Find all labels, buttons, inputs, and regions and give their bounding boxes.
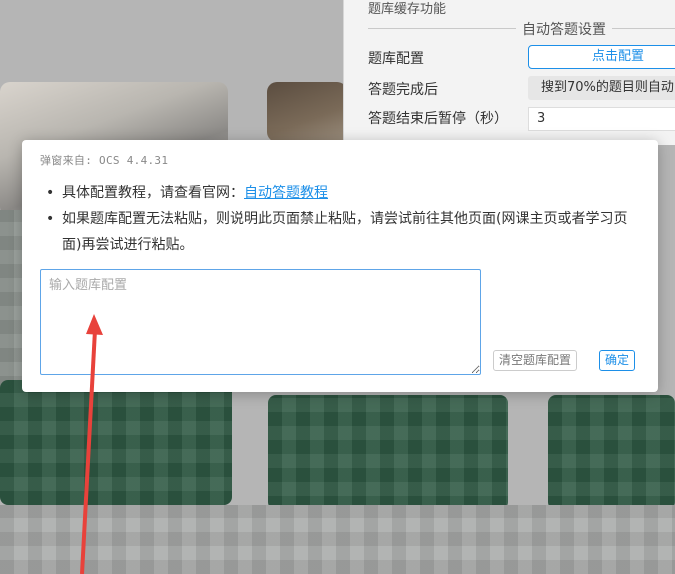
paste-hint-text: 如果题库配置无法粘贴，则说明此页面禁止粘贴，请尝试前往其他页面(网课主页或者学习… [62, 211, 628, 253]
config-modal: 弹窗来自: OCS 4.4.31 具体配置教程，请查看官网：自动答题教程 如果题… [22, 140, 658, 392]
list-item: 具体配置教程，请查看官网：自动答题教程 [40, 180, 640, 206]
pause-seconds-input[interactable]: 3 [528, 107, 675, 131]
after-answer-select[interactable]: 搜到70%的题目则自动 [528, 76, 675, 100]
pixelated-region [0, 210, 22, 390]
ocs-settings-panel: 题库缓存功能 自动答题设置 题库配置 点击配置 答题完成后 搜到70%的题目则自… [343, 0, 675, 145]
clear-config-button[interactable]: 清空题库配置 [493, 350, 578, 371]
question-bank-config-textarea[interactable] [40, 269, 481, 375]
configure-button[interactable]: 点击配置 [528, 45, 675, 69]
course-thumbnail [267, 82, 347, 142]
pause-seconds-label: 答题结束后暂停（秒） [368, 111, 508, 127]
pixelated-region [0, 505, 675, 574]
instruction-list: 具体配置教程，请查看官网：自动答题教程 如果题库配置无法粘贴，则说明此页面禁止粘… [40, 180, 640, 258]
after-answer-label: 答题完成后 [368, 82, 438, 98]
tutorial-prefix-text: 具体配置教程，请查看官网： [62, 185, 244, 201]
confirm-button[interactable]: 确定 [599, 350, 636, 371]
course-card [268, 395, 508, 510]
question-bank-config-label: 题库配置 [368, 51, 424, 67]
list-item: 如果题库配置无法粘贴，则说明此页面禁止粘贴，请尝试前往其他页面(网课主页或者学习… [40, 206, 640, 258]
cache-feature-label: 题库缓存功能 [368, 2, 447, 17]
auto-answer-section-title: 自动答题设置 [516, 19, 612, 39]
tutorial-link[interactable]: 自动答题教程 [244, 185, 328, 201]
course-card [0, 380, 232, 505]
course-card [548, 395, 675, 510]
modal-title: 弹窗来自: OCS 4.4.31 [40, 154, 169, 167]
